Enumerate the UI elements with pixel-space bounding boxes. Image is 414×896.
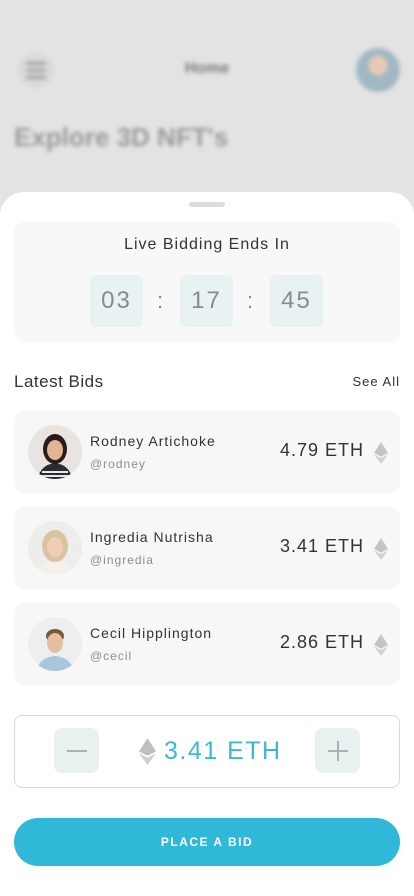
bid-amount-stepper: 3.41 ETH [14, 715, 400, 788]
decrease-button[interactable] [54, 728, 99, 773]
eth-icon [139, 738, 156, 765]
bid-amount: 3.41 ETH [279, 536, 364, 556]
bid-amount-value[interactable]: 3.41 ETH [164, 737, 282, 766]
bid-row[interactable]: Cecil Hipplington @cecil 2.86 ETH [14, 603, 400, 685]
home-title: Home [184, 60, 230, 77]
bid-amount: 4.79 ETH [279, 440, 364, 460]
countdown-card: Live Bidding Ends In 03 : 17 : 45 [14, 222, 400, 342]
avatar [28, 521, 82, 575]
bid-row[interactable]: Ingredia Nutrisha @ingredia 3.41 ETH [14, 507, 400, 589]
bidder-name: Rodney Artichoke [90, 433, 216, 449]
minutes-box: 17 [180, 275, 233, 327]
hours-box: 03 [90, 275, 143, 327]
bidder-handle: @rodney [90, 457, 146, 471]
place-bid-button[interactable]: PLACE A BID [14, 818, 400, 866]
seconds-box: 45 [270, 275, 323, 327]
avatar [28, 617, 82, 671]
sheet-drag-handle[interactable] [189, 202, 225, 207]
minus-icon [66, 749, 87, 752]
bid-amount: 2.86 ETH [279, 632, 364, 652]
colon-separator: : [157, 288, 164, 313]
eth-icon [374, 442, 388, 464]
explore-heading: Explore 3D NFT's [14, 122, 229, 152]
avatar [28, 425, 82, 479]
bidder-handle: @ingredia [90, 553, 154, 567]
bid-sheet: Live Bidding Ends In 03 : 17 : 45 Latest… [0, 192, 414, 896]
see-all-link[interactable]: See All [353, 374, 400, 389]
bidder-name: Ingredia Nutrisha [90, 529, 214, 545]
latest-bids-title: Latest Bids [14, 372, 104, 391]
bidder-name: Cecil Hipplington [90, 625, 213, 641]
eth-icon [374, 634, 388, 656]
eth-icon [374, 538, 388, 560]
colon-separator: : [247, 288, 254, 313]
bid-row[interactable]: Rodney Artichoke @rodney 4.79 ETH [14, 411, 400, 493]
bidder-handle: @cecil [90, 649, 133, 663]
countdown-title: Live Bidding Ends In [124, 236, 290, 253]
profile-avatar [356, 48, 400, 92]
increase-button[interactable] [315, 728, 360, 773]
